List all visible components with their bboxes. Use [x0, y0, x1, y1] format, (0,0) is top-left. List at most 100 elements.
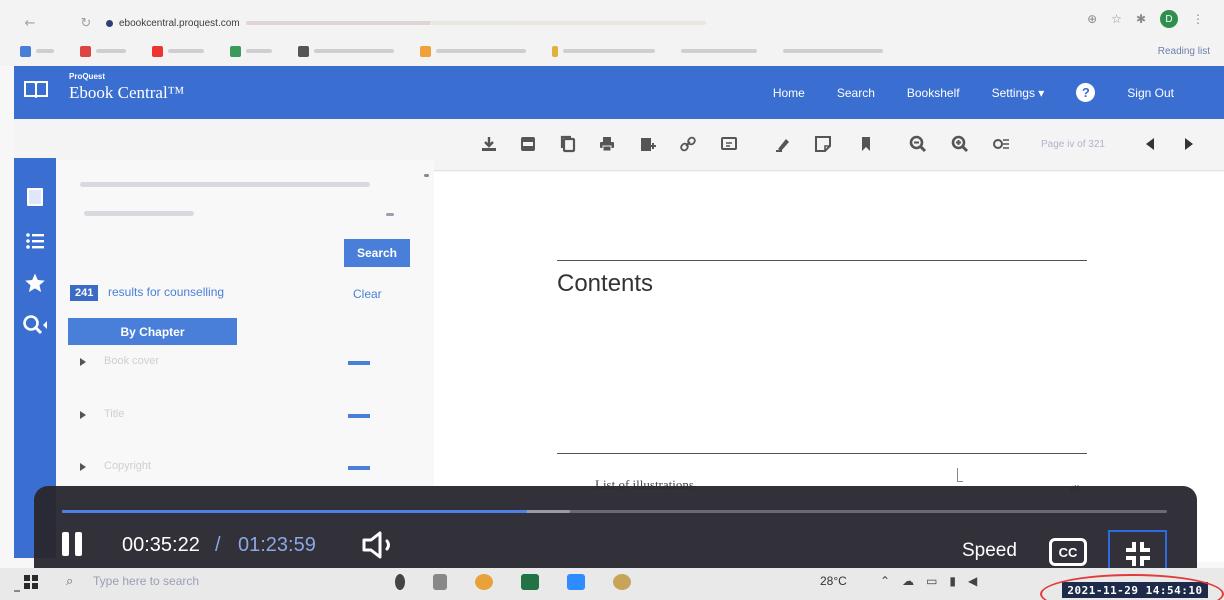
bookmark-label	[36, 49, 54, 53]
apps-icon	[20, 45, 31, 57]
translate-icon[interactable]: ⊕	[1087, 12, 1097, 26]
nav-sign-out[interactable]: Sign Out	[1127, 86, 1174, 100]
taskbar-search-input[interactable]: Type here to search	[93, 574, 199, 588]
bookmark-other[interactable]	[783, 49, 883, 53]
bookmark-icon[interactable]	[857, 135, 875, 153]
text-cursor	[957, 468, 963, 482]
chrome-icon[interactable]	[475, 574, 493, 590]
bookmark-gmail[interactable]	[80, 45, 126, 57]
task-view-icon[interactable]	[433, 574, 447, 590]
star-icon[interactable]: ☆	[1111, 12, 1122, 26]
extensions-icon[interactable]: ✱	[1136, 12, 1146, 26]
windows-start-icon[interactable]	[24, 575, 38, 589]
list-icon	[26, 233, 44, 249]
chapter-label[interactable]: Title	[104, 408, 124, 420]
expand-triangle-icon[interactable]	[80, 411, 86, 419]
youtube-icon	[152, 45, 163, 57]
download-icon[interactable]	[480, 135, 498, 153]
page-heading: Contents	[557, 270, 654, 297]
print-icon[interactable]	[598, 135, 616, 153]
bookmark-misc[interactable]	[681, 49, 757, 53]
nav-settings[interactable]: Settings ▾	[992, 86, 1045, 100]
expand-triangle-icon[interactable]	[80, 463, 86, 471]
clear-link[interactable]: Clear	[353, 287, 382, 301]
zoom-out-icon[interactable]	[909, 135, 927, 153]
star-icon	[25, 273, 45, 292]
page-indicator[interactable]: Page iv of 321	[1041, 139, 1105, 150]
excel-icon[interactable]	[521, 574, 539, 590]
page-rule-top	[557, 260, 1087, 261]
weather-readout[interactable]: 28°C	[820, 574, 847, 588]
captions-button[interactable]: CC	[1049, 538, 1087, 566]
cloud-icon[interactable]: ☁	[902, 574, 914, 588]
note-icon[interactable]	[814, 135, 832, 153]
search-term-field[interactable]	[80, 182, 370, 187]
bookmark-nebraska[interactable]	[552, 45, 655, 57]
brand-publisher: ProQuest	[69, 72, 106, 81]
rail-search[interactable]	[22, 312, 48, 338]
expand-triangle-icon[interactable]	[80, 358, 86, 366]
rail-table-of-contents[interactable]	[22, 228, 48, 254]
bookmark-youtube[interactable]	[152, 45, 204, 57]
panel-scroll-indicator	[424, 174, 429, 177]
back-icon[interactable]: ←	[18, 11, 42, 35]
bookmark-apps[interactable]	[20, 45, 54, 57]
help-icon[interactable]: ?	[1076, 83, 1096, 102]
bookmark-label	[436, 49, 526, 53]
chapter-label[interactable]: Book cover	[104, 355, 159, 367]
address-host[interactable]: ebookcentral.proquest.com	[119, 18, 240, 29]
rail-annotations[interactable]	[22, 270, 48, 296]
pdf-icon[interactable]	[519, 135, 537, 153]
bookmark-maps[interactable]	[230, 45, 272, 57]
duration: 01:23:59	[238, 534, 316, 556]
next-page-icon[interactable]	[1180, 135, 1198, 153]
battery-icon[interactable]: ▭	[926, 574, 937, 588]
nav-home[interactable]: Home	[773, 86, 805, 100]
bookmark-folder[interactable]	[420, 45, 526, 57]
zoom-icon[interactable]	[567, 574, 585, 590]
menu-icon[interactable]: ⋮	[1192, 12, 1204, 26]
nav-search[interactable]: Search	[837, 86, 875, 100]
rail-book-details[interactable]	[22, 184, 48, 210]
gmail-icon	[80, 45, 91, 57]
nav-bookshelf[interactable]: Bookshelf	[907, 86, 960, 100]
link-icon[interactable]	[679, 135, 697, 153]
search-button[interactable]: Search	[344, 239, 410, 267]
address-path[interactable]	[245, 21, 706, 25]
taskbar-search-icon[interactable]: ⌕	[66, 574, 73, 589]
cortana-icon[interactable]	[395, 574, 405, 590]
volume-icon[interactable]	[361, 530, 403, 560]
site-info-icon[interactable]	[106, 19, 113, 27]
citation-icon[interactable]	[720, 135, 738, 153]
search-within-field[interactable]	[84, 211, 194, 216]
results-summary: results for counselling	[108, 285, 225, 299]
avatar[interactable]: D	[1160, 10, 1178, 28]
clear-search-icon[interactable]	[386, 213, 394, 216]
zoom-in-icon[interactable]	[951, 135, 969, 153]
open-book-icon[interactable]	[24, 80, 48, 98]
network-icon[interactable]: ▮	[949, 574, 956, 588]
bookmark-label	[246, 49, 272, 53]
chevron-up-icon[interactable]: ⌃	[880, 574, 890, 588]
app-icon[interactable]	[613, 574, 631, 590]
chapter-label[interactable]: Copyright	[104, 460, 151, 472]
highlight-icon[interactable]	[774, 135, 792, 153]
chapter-row[interactable]: Copyright	[80, 460, 410, 476]
by-chapter-button[interactable]: By Chapter	[68, 318, 237, 345]
speaker-icon[interactable]: ◀	[968, 574, 977, 588]
pause-button[interactable]	[62, 532, 84, 558]
brand-title[interactable]: Ebook Central™	[69, 83, 184, 103]
browser-chrome: ← ↻ ebookcentral.proquest.com ⊕ ☆ ✱ D ⋮ …	[0, 0, 1224, 66]
speed-button[interactable]: Speed	[962, 540, 1017, 562]
previous-page-icon[interactable]	[1141, 135, 1159, 153]
page-settings-icon[interactable]	[992, 135, 1010, 153]
chapter-row[interactable]: Title	[80, 408, 410, 424]
chapter-row[interactable]: Book cover	[80, 355, 410, 371]
add-to-bookshelf-icon[interactable]	[639, 135, 657, 153]
reading-list-link[interactable]: Reading list	[1158, 46, 1210, 57]
bookmark-label	[681, 49, 757, 53]
reload-icon[interactable]: ↻	[74, 11, 98, 35]
bookmark-docs[interactable]	[298, 45, 394, 57]
progress-track[interactable]	[62, 510, 1167, 513]
copy-icon[interactable]	[559, 135, 577, 153]
